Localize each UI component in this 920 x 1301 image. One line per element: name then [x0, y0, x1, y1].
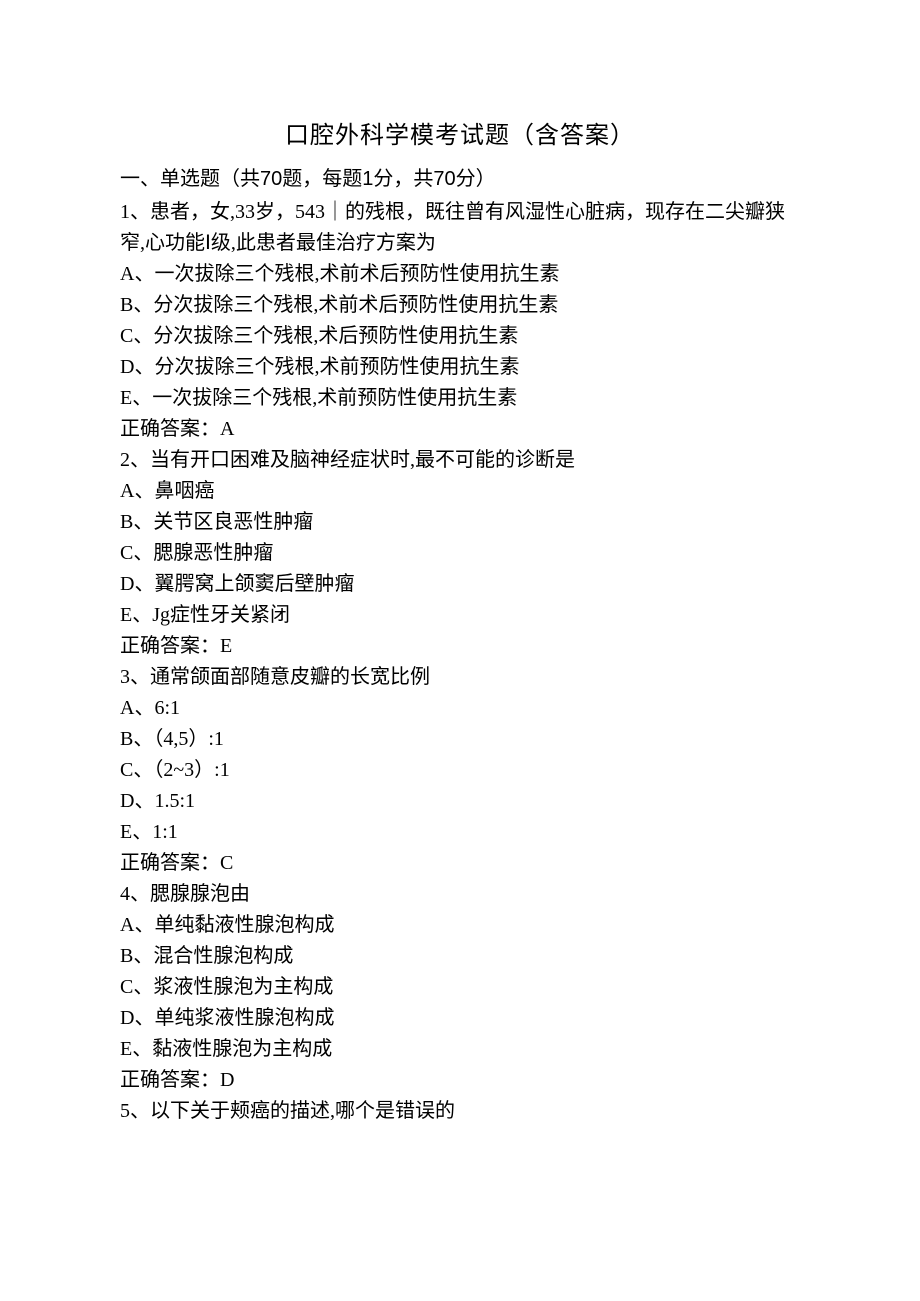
option-text: 一次拔除三个残根,术前预防性使用抗生素	[152, 387, 517, 409]
option-a: A、一次拔除三个残根,术前术后预防性使用抗生素	[120, 259, 800, 290]
answer-line: 正确答案：D	[120, 1065, 800, 1096]
question-number: 2	[120, 449, 130, 471]
option-text: 单纯黏液性腺泡构成	[154, 914, 334, 936]
answer-value: D	[220, 1069, 234, 1091]
answer-value: A	[220, 418, 234, 440]
section-header: 一、单选题（共70题，每题1分，共70分）	[120, 164, 800, 195]
option-d: D、1.5:1	[120, 786, 800, 817]
option-c: C、分次拔除三个残根,术后预防性使用抗生素	[120, 321, 800, 352]
option-c: C、腮腺恶性肿瘤	[120, 538, 800, 569]
option-text: 翼腭窝上颌窦后壁肿瘤	[154, 573, 354, 595]
option-d: D、翼腭窝上颌窦后壁肿瘤	[120, 569, 800, 600]
option-b: B、（4,5）:1	[120, 724, 800, 755]
option-e: E、1:1	[120, 817, 800, 848]
question-stem: 4、腮腺腺泡由	[120, 879, 800, 910]
option-text: 分次拔除三个残根,术前预防性使用抗生素	[154, 356, 519, 378]
option-text: （2~3）:1	[153, 759, 229, 781]
option-text: 鼻咽癌	[154, 480, 214, 502]
option-text: Jg症性牙关紧闭	[152, 604, 290, 626]
question-number: 5	[120, 1100, 130, 1122]
option-text: 关节区良恶性肿瘤	[153, 511, 313, 533]
option-text: 1:1	[152, 821, 178, 843]
option-e: E、Jg症性牙关紧闭	[120, 600, 800, 631]
answer-label: 正确答案：	[120, 1069, 220, 1091]
question-text: 腮腺腺泡由	[150, 883, 250, 905]
option-text: 一次拔除三个残根,术前术后预防性使用抗生素	[154, 263, 559, 285]
section-mid2: 分，共	[373, 168, 433, 190]
question-stem: 1、患者，女,33岁，543｜的残根，既往曾有风湿性心脏病，现存在二尖瓣狭窄,心…	[120, 197, 800, 259]
question-stem: 2、当有开口困难及脑神经症状时,最不可能的诊断是	[120, 445, 800, 476]
answer-label: 正确答案：	[120, 418, 220, 440]
option-text: 分次拔除三个残根,术前术后预防性使用抗生素	[153, 294, 558, 316]
option-b: B、分次拔除三个残根,术前术后预防性使用抗生素	[120, 290, 800, 321]
option-a: A、单纯黏液性腺泡构成	[120, 910, 800, 941]
option-a: A、鼻咽癌	[120, 476, 800, 507]
question-number: 4	[120, 883, 130, 905]
option-d: D、分次拔除三个残根,术前预防性使用抗生素	[120, 352, 800, 383]
section-per: 1	[362, 168, 373, 190]
option-e: E、黏液性腺泡为主构成	[120, 1034, 800, 1065]
answer-line: 正确答案：C	[120, 848, 800, 879]
section-suffix: 分）	[456, 168, 496, 190]
option-text: 腮腺恶性肿瘤	[153, 542, 273, 564]
option-c: C、浆液性腺泡为主构成	[120, 972, 800, 1003]
option-text: 6:1	[154, 697, 180, 719]
question-text: 当有开口困难及脑神经症状时,最不可能的诊断是	[150, 449, 575, 471]
option-text: 浆液性腺泡为主构成	[153, 976, 333, 998]
option-text: 单纯浆液性腺泡构成	[154, 1007, 334, 1029]
question-number: 3	[120, 666, 130, 688]
option-text: 混合性腺泡构成	[153, 945, 293, 967]
section-prefix: 一、单选题（共	[120, 168, 260, 190]
option-b: B、关节区良恶性肿瘤	[120, 507, 800, 538]
option-a: A、6:1	[120, 693, 800, 724]
document-page: 口腔外科学模考试题（含答案） 一、单选题（共70题，每题1分，共70分） 1、患…	[0, 0, 920, 1127]
answer-line: 正确答案：E	[120, 631, 800, 662]
section-count: 70	[260, 168, 282, 190]
question-text: 通常颌面部随意皮瓣的长宽比例	[150, 666, 430, 688]
option-text: （4,5）:1	[153, 728, 224, 750]
question-number: 1	[120, 201, 130, 223]
option-c: C、（2~3）:1	[120, 755, 800, 786]
answer-label: 正确答案：	[120, 852, 220, 874]
option-b: B、混合性腺泡构成	[120, 941, 800, 972]
question-text: 患者，女,33岁，543｜的残根，既往曾有风湿性心脏病，现存在二尖瓣狭窄,心功能…	[120, 201, 785, 254]
answer-line: 正确答案：A	[120, 414, 800, 445]
section-mid1: 题，每题	[282, 168, 362, 190]
option-text: 1.5:1	[154, 790, 195, 812]
option-d: D、单纯浆液性腺泡构成	[120, 1003, 800, 1034]
document-title: 口腔外科学模考试题（含答案）	[120, 115, 800, 150]
section-total: 70	[433, 168, 455, 190]
option-text: 黏液性腺泡为主构成	[152, 1038, 332, 1060]
answer-label: 正确答案：	[120, 635, 220, 657]
question-text: 以下关于颊癌的描述,哪个是错误的	[150, 1100, 455, 1122]
option-e: E、一次拔除三个残根,术前预防性使用抗生素	[120, 383, 800, 414]
question-stem: 5、以下关于颊癌的描述,哪个是错误的	[120, 1096, 800, 1127]
question-stem: 3、通常颌面部随意皮瓣的长宽比例	[120, 662, 800, 693]
answer-value: E	[220, 635, 232, 657]
option-text: 分次拔除三个残根,术后预防性使用抗生素	[153, 325, 518, 347]
answer-value: C	[220, 852, 233, 874]
